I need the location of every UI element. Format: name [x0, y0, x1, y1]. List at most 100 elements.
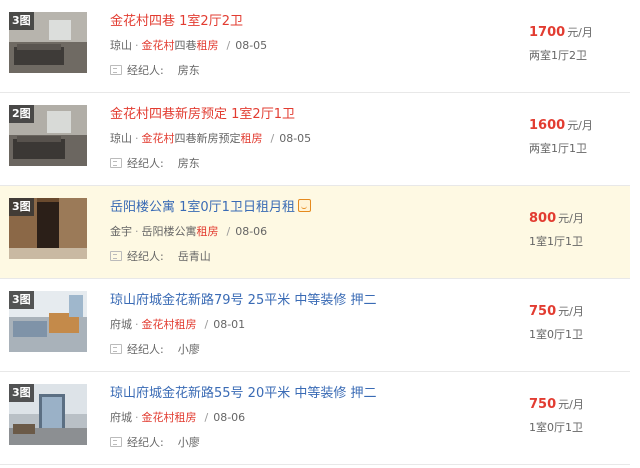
agent-info: 经纪人: 小廖 [110, 434, 200, 450]
agent-name[interactable]: 房东 [178, 64, 200, 77]
listing-thumbnail[interactable]: 2图 [9, 105, 87, 166]
community-rest[interactable]: 岳阳楼公寓 [142, 225, 197, 238]
price-unit: 元/月 [567, 26, 593, 39]
community-name[interactable]: 金花村 [142, 39, 175, 52]
title-part: 岳阳楼公寓 1室0厅1卫日租月租 [110, 200, 295, 215]
rent-tag[interactable]: 租房 [175, 411, 197, 424]
photo-count-badge: 3图 [9, 198, 34, 216]
price: 750 元/月 [529, 303, 584, 319]
agent-label: 经纪人: [127, 436, 164, 449]
district-link[interactable]: 府城 [110, 411, 132, 424]
price: 750 元/月 [529, 396, 584, 412]
separator-dot: · [135, 318, 139, 331]
separator-dot: · [135, 411, 139, 424]
title-part: 金花村 [110, 14, 150, 29]
photo-count-badge: 2图 [9, 105, 34, 123]
smiley-icon [297, 199, 311, 212]
title-part: 金花村 [110, 107, 150, 122]
list-item[interactable]: 3图 琼山府城金花新路55号 20平米 中等装修 押二 府城 · 金花村租房 / 08-… [0, 372, 630, 465]
community-name[interactable]: 金花村 [142, 318, 175, 331]
list-item[interactable]: 2图 金花村四巷新房预定 1室2厅1卫 琼山 · 金花村四巷新房预定租房/08-05… [0, 93, 630, 186]
rent-tag[interactable]: 租房 [197, 39, 219, 52]
room-layout: 1室1厅1卫 [529, 235, 583, 248]
price: 1700 元/月 [529, 24, 593, 40]
agent-info: 经纪人: 小廖 [110, 341, 200, 357]
community-rest[interactable]: 四巷新房预定 [175, 132, 241, 145]
community-name[interactable]: 金花村 [142, 132, 175, 145]
price-value: 750 [529, 397, 557, 412]
price-value: 1600 [529, 118, 566, 133]
community-name[interactable]: 金花村 [142, 411, 175, 424]
room-layout: 1室0厅1卫 [529, 421, 583, 434]
district-link[interactable]: 金宇 [110, 225, 132, 238]
post-date: 08-01 [213, 318, 246, 331]
district-link[interactable]: 琼山 [110, 39, 132, 52]
community-rest[interactable]: 四巷 [175, 39, 197, 52]
agent-name[interactable]: 小廖 [178, 436, 200, 449]
separator-slash: / [204, 318, 209, 331]
title-part: 四巷新房预定 1室2厅1卫 [149, 107, 295, 122]
post-date: 08-05 [279, 132, 312, 145]
list-item[interactable]: 3图 岳阳楼公寓 1室0厅1卫日租月租 金宇 · 岳阳楼公寓租房 / 08-06 经纪人… [0, 186, 630, 279]
agent-info: 经纪人: 房东 [110, 62, 200, 78]
agent-label: 经纪人: [127, 64, 164, 77]
listing-thumbnail[interactable]: 3图 [9, 12, 87, 73]
agent-info: 经纪人: 房东 [110, 155, 200, 171]
separator-slash: / [204, 411, 209, 424]
agent-label: 经纪人: [127, 343, 164, 356]
list-item[interactable]: 3图 金花村四巷 1室2厅2卫 琼山 · 金花村四巷租房/08-05 经纪人: 房东 … [0, 0, 630, 93]
photo-count-badge: 3图 [9, 12, 34, 30]
agent-label: 经纪人: [127, 250, 164, 263]
agent-info: 经纪人: 岳青山 [110, 248, 211, 264]
listing-title[interactable]: 琼山府城金花新路79号 25平米 中等装修 押二 [110, 289, 376, 308]
listing-title[interactable]: 金花村四巷 1室2厅2卫 [110, 10, 243, 29]
title-part: 琼山府城金花新路79号 25平米 中等装修 押二 [110, 293, 377, 308]
district-link[interactable]: 府城 [110, 318, 132, 331]
room-layout: 1室0厅1卫 [529, 328, 583, 341]
separator-slash: / [226, 39, 231, 52]
agent-name[interactable]: 小廖 [178, 343, 200, 356]
agent-card-icon [110, 344, 122, 354]
listing-title[interactable]: 岳阳楼公寓 1室0厅1卫日租月租 [110, 196, 311, 215]
rent-tag[interactable]: 租房 [197, 225, 219, 238]
price-unit: 元/月 [558, 305, 584, 318]
listing-meta: 府城 · 金花村租房 / 08-06 [110, 409, 245, 425]
agent-name[interactable]: 岳青山 [178, 250, 211, 263]
listing-thumbnail[interactable]: 3图 [9, 291, 87, 352]
separator-dot: · [135, 225, 139, 238]
post-date: 08-06 [235, 225, 268, 238]
separator-dot: · [135, 39, 139, 52]
listing-meta: 琼山 · 金花村四巷新房预定租房 / 08-05 [110, 130, 311, 146]
room-layout: 两室1厅2卫 [529, 49, 587, 62]
agent-name[interactable]: 房东 [178, 157, 200, 170]
district-link[interactable]: 琼山 [110, 132, 132, 145]
listing-title[interactable]: 金花村四巷新房预定 1室2厅1卫 [110, 103, 295, 122]
post-date: 08-06 [213, 411, 246, 424]
title-part: 琼山府城金花新路55号 20平米 中等装修 押二 [110, 386, 377, 401]
listing-meta: 府城 · 金花村租房 / 08-01 [110, 316, 245, 332]
rent-tag[interactable]: 租房 [241, 132, 263, 145]
listing-meta: 琼山 · 金花村四巷租房 / 08-05 [110, 37, 267, 53]
listing-meta: 金宇 · 岳阳楼公寓租房 / 08-06 [110, 223, 267, 239]
separator-slash: / [270, 132, 275, 145]
title-part: 四巷 1室2厅2卫 [149, 14, 243, 29]
price-value: 1700 [529, 25, 566, 40]
listing-thumbnail[interactable]: 3图 [9, 198, 87, 259]
listing-thumbnail[interactable]: 3图 [9, 384, 87, 445]
agent-label: 经纪人: [127, 157, 164, 170]
list-item[interactable]: 3图 琼山府城金花新路79号 25平米 中等装修 押二 府城 · 金花村租房 / 08-… [0, 279, 630, 372]
agent-card-icon [110, 251, 122, 261]
listing-title[interactable]: 琼山府城金花新路55号 20平米 中等装修 押二 [110, 382, 376, 401]
agent-card-icon [110, 437, 122, 447]
price-value: 800 [529, 211, 557, 226]
photo-count-badge: 3图 [9, 384, 34, 402]
agent-card-icon [110, 158, 122, 168]
price-unit: 元/月 [558, 398, 584, 411]
rent-tag[interactable]: 租房 [175, 318, 197, 331]
price-unit: 元/月 [558, 212, 584, 225]
agent-card-icon [110, 65, 122, 75]
separator-slash: / [226, 225, 231, 238]
listing-list: 3图 金花村四巷 1室2厅2卫 琼山 · 金花村四巷租房/08-05 经纪人: 房东 … [0, 0, 640, 468]
photo-count-badge: 3图 [9, 291, 34, 309]
price-value: 750 [529, 304, 557, 319]
